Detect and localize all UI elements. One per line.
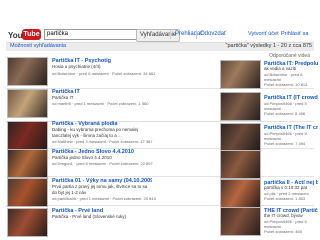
result-meta: od Pimpos9466 · pred 5 mesiacmi Počet zo…: [264, 219, 307, 234]
video-thumbnail[interactable]: [7, 208, 48, 237]
result-meta: od partička06 · pred 1 mesiacmi · Počet …: [52, 196, 156, 201]
nav-separator: [170, 30, 171, 39]
divider: [6, 205, 314, 206]
video-thumbnail[interactable]: [220, 60, 261, 89]
result-meta: od Dregon1 · pred 6 mesiacmi · Počet zob…: [52, 161, 153, 166]
logo-tube-text: Tube: [22, 29, 41, 40]
result-meta: od Pimpos9466 · pred 5 mesiacmi Počet zo…: [264, 131, 307, 146]
result-meta: od martin9 · pred 1 mesiacmi · Počet zob…: [52, 101, 149, 106]
results-info: "partička" výsledky 1 - 20 z cca 875: [225, 43, 312, 49]
youtube-logo[interactable]: You Tube: [8, 29, 42, 43]
video-thumbnail[interactable]: [7, 178, 48, 207]
related-header: Odporúčané videá: [269, 53, 310, 59]
result-meta: od Pimpos9466 · pred 5 mesiacmi Počet zo…: [264, 101, 307, 116]
video-thumbnail[interactable]: [7, 121, 48, 150]
nav-browse-link[interactable]: Prehliadať: [175, 31, 203, 37]
result-meta: od plik · pred 2 mesiacmi Počet zobrazen…: [264, 191, 309, 201]
nav-separator: [196, 30, 197, 39]
video-thumbnail[interactable]: [220, 92, 261, 121]
result-description: Dabing - ku vybrama prechoma po nemalej …: [52, 127, 139, 138]
search-input[interactable]: partička: [44, 29, 138, 40]
result-description: Hosia u psychiatrie (4/4): [52, 64, 101, 69]
video-thumbnail[interactable]: [220, 207, 261, 236]
result-description: Partička - Prvé land (Slovenské ruky): [52, 214, 127, 219]
video-thumbnail[interactable]: [220, 179, 261, 208]
create-account-link[interactable]: Vytvoriť účet: [248, 31, 279, 37]
search-options-link[interactable]: Možnosti vyhľadávania: [10, 43, 66, 49]
divider: [6, 176, 314, 177]
sign-in-link[interactable]: Prihlásiť sa: [281, 31, 308, 37]
video-thumbnail[interactable]: [220, 123, 261, 152]
result-description: Prvá partia z pravý jej tomu jak, štvrti…: [52, 184, 148, 195]
video-thumbnail[interactable]: [7, 89, 48, 118]
result-meta: od Bolsenhor · pred 6 mesiacmi · Počet z…: [52, 71, 156, 76]
video-thumbnail[interactable]: [7, 149, 48, 178]
nav-upload-link[interactable]: Odovzdať: [200, 31, 226, 37]
logo-you-text: You: [8, 31, 23, 40]
result-meta: od Bolsenhor · pred 8 mesiacmi Počet zob…: [264, 72, 308, 87]
search-button[interactable]: Vyhľadávanie: [136, 29, 181, 42]
result-meta: od Matthew · pred 3 mesiacmi · Počet zob…: [52, 139, 153, 144]
video-thumbnail[interactable]: [7, 57, 48, 86]
video-thumbnail[interactable]: [220, 150, 261, 179]
